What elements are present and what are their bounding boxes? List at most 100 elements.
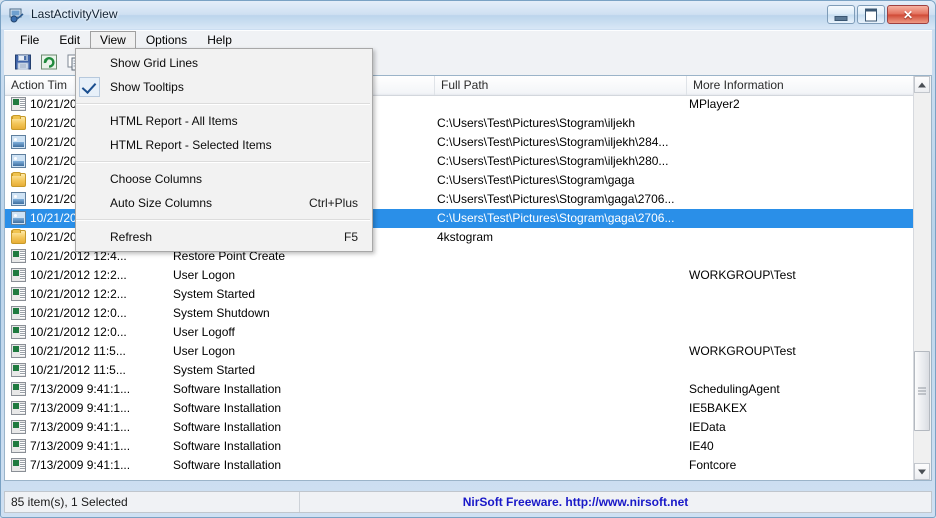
table-row[interactable]: 10/21/2012 12:2... System Started [5,285,931,304]
cell-description: System Started [173,287,256,301]
table-row[interactable]: 7/13/2009 9:41:1... Software Installation… [5,456,931,475]
menu-item-auto-size-columns[interactable]: Auto Size Columns Ctrl+Plus [76,191,372,215]
cell-full-path: C:\Users\Test\Pictures\Stogram\gaga [437,173,635,187]
cell-description: System Shutdown [173,306,270,320]
cell-more-information: WORKGROUP\Test [689,268,796,282]
cell-description: System Started [173,363,256,377]
cell-filename [285,342,435,361]
menu-item-html-report-all-items[interactable]: HTML Report - All Items [76,109,372,133]
cell-action-time: 7/13/2009 9:41:1... [30,420,131,434]
minimize-button[interactable] [827,5,855,24]
cell-filename [285,456,435,475]
cell-filename [285,380,435,399]
cell-full-path [435,342,687,361]
menu-item-html-report-selected-items[interactable]: HTML Report - Selected Items [76,133,372,157]
window-title: LastActivityView [31,7,118,21]
cell-more-information [687,323,907,342]
menu-item-label: Show Tooltips [110,80,184,94]
cell-full-path: C:\Users\Test\Pictures\Stogram\gaga\2706… [437,211,675,225]
cell-description: Software Installation [173,458,282,472]
cell-more-information: WORKGROUP\Test [689,344,796,358]
menu-item-show-tooltips[interactable]: Show Tooltips [76,75,372,99]
menu-item-accelerator: F5 [343,230,358,244]
cell-description: Software Installation [173,401,282,415]
table-row[interactable]: 10/21/2012 11:5... User Logon WORKGROUP\Te… [5,342,931,361]
cell-filename [285,285,435,304]
table-row[interactable]: 7/13/2009 9:41:1... Software Installation… [5,418,931,437]
minimize-icon [834,15,848,21]
title-bar: LastActivityView ✕ [1,1,935,29]
menu-file[interactable]: File [10,31,49,50]
save-icon[interactable] [14,53,32,71]
view-dropdown-menu: Show Grid Lines Show Tooltips HTML Report … [75,48,373,252]
cell-filename [285,418,435,437]
refresh-icon[interactable] [40,53,58,71]
cell-more-information [687,209,907,228]
menu-item-label: Show Grid Lines [110,56,199,70]
scroll-down-button[interactable] [914,463,930,480]
menu-item-label: Choose Columns [110,172,203,186]
app-window: LastActivityView ✕ File Edit View Option… [0,0,936,518]
cell-description: Software Installation [173,420,282,434]
menu-separator [76,161,370,163]
cell-more-information [687,247,907,266]
maximize-icon [865,8,877,21]
table-row[interactable]: 7/13/2009 9:41:1... Software Installation… [5,437,931,456]
menu-item-show-grid-lines[interactable]: Show Grid Lines [76,51,372,75]
scroll-up-button[interactable] [914,76,930,93]
cell-full-path: C:\Users\Test\Pictures\Stogram\iljekh [437,116,636,130]
cell-more-information [687,133,907,152]
cell-description: Software Installation [173,439,282,453]
menu-item-refresh[interactable]: Refresh F5 [76,225,372,249]
cell-more-information: SchedulingAgent [689,382,780,396]
cell-full-path: C:\Users\Test\Pictures\Stogram\iljekh\28… [437,154,669,168]
cell-full-path [435,361,687,380]
cell-action-time: 10/21/2012 11:5... [30,344,126,358]
table-row[interactable]: 10/21/2012 12:2... User Logon WORKGROUP\Te… [5,266,931,285]
cell-more-information: MPlayer2 [689,97,740,111]
window-controls: ✕ [827,5,929,25]
status-nirsoft-link[interactable]: NirSoft Freeware. http://www.nirsoft.net [300,492,931,512]
cell-full-path [435,285,687,304]
column-header-full-path[interactable]: Full Path [435,76,687,95]
cell-full-path [435,95,687,114]
cell-filename [285,323,435,342]
table-row[interactable]: 10/21/2012 11:5... System Started [5,361,931,380]
cell-more-information [687,171,907,190]
cell-more-information [687,190,907,209]
cell-more-information [687,285,907,304]
cell-filename [285,266,435,285]
chevron-down-icon [918,469,926,474]
cell-description: User Logoff [173,325,235,339]
table-row[interactable]: 10/21/2012 12:0... System Shutdown [5,304,931,323]
grip-icon [918,387,926,395]
menu-item-label: HTML Report - All Items [110,114,238,128]
cell-more-information [687,114,907,133]
cell-more-information [687,152,907,171]
scrollbar-thumb[interactable] [914,351,930,431]
cell-full-path [435,380,687,399]
cell-full-path [435,247,687,266]
cell-full-path [435,418,687,437]
cell-more-information [687,228,907,247]
close-button[interactable]: ✕ [887,5,929,24]
table-row[interactable]: 7/13/2009 9:41:1... Software Installation… [5,399,931,418]
cell-more-information: IE40 [689,439,714,453]
cell-action-time: 10/21/2012 12:2... [30,268,127,282]
cell-full-path [435,266,687,285]
vertical-scrollbar[interactable] [913,76,931,480]
status-item-count: 85 item(s), 1 Selected [5,492,300,512]
cell-more-information [687,304,907,323]
maximize-button[interactable] [857,5,885,24]
column-header-more-information[interactable]: More Information [687,76,907,95]
menu-item-label: Auto Size Columns [110,196,213,210]
cell-more-information: Fontcore [689,458,737,472]
menu-item-choose-columns[interactable]: Choose Columns [76,167,372,191]
cell-full-path [435,437,687,456]
cell-full-path [435,399,687,418]
cell-full-path: C:\Users\Test\Pictures\Stogram\iljekh\28… [437,135,669,149]
table-row[interactable]: 10/21/2012 12:0... User Logoff [5,323,931,342]
checkmark-icon [79,77,100,97]
menu-item-label: HTML Report - Selected Items [110,138,272,152]
table-row[interactable]: 7/13/2009 9:41:1... Software Installation… [5,380,931,399]
